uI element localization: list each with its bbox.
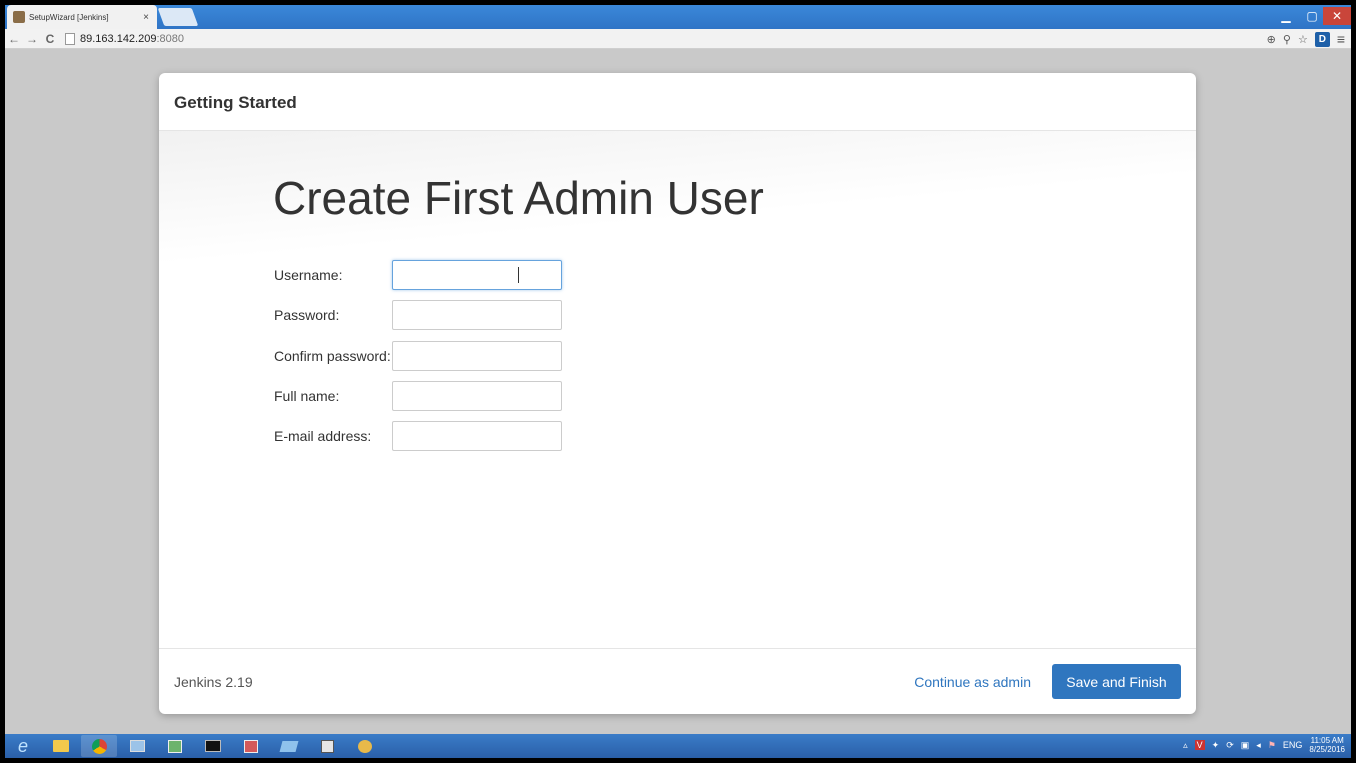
clock[interactable]: 11:05 AM 8/25/2016	[1309, 736, 1345, 754]
browser-tab[interactable]: SetupWizard [Jenkins] ×	[7, 5, 157, 29]
tray-antivirus-icon[interactable]: V	[1194, 740, 1205, 750]
version-label: Jenkins 2.19	[174, 673, 253, 690]
tray-volume-icon[interactable]: ◂	[1256, 740, 1261, 751]
jenkins-favicon-icon	[13, 11, 25, 23]
dialog-footer: Jenkins 2.19 Continue as admin Save and …	[159, 648, 1196, 714]
full-name-label: Full name:	[274, 388, 340, 404]
back-icon[interactable]: ←	[5, 32, 23, 46]
full-name-row: Full name:	[274, 381, 562, 411]
browser-toolbar: ← → C 89.163.142.209:8080 ⊕ ⚲ ☆ D ≡	[5, 29, 1351, 49]
text-caret	[518, 267, 519, 283]
toolbar-actions: ⊕ ⚲ ☆ D ≡	[1267, 31, 1345, 47]
clock-date: 8/25/2016	[1309, 745, 1345, 754]
menu-icon[interactable]: ≡	[1337, 31, 1345, 47]
dialog-header: Getting Started	[159, 73, 1196, 131]
bookmark-star-icon[interactable]: ☆	[1298, 33, 1308, 46]
windows-taskbar: e ▵ V ✦ ⟳ ▣ ◂ ⚑ ENG 11:05 AM 8/25/2016	[5, 734, 1351, 758]
maximize-button[interactable]: ▢	[1299, 7, 1325, 25]
tray-flag-icon[interactable]: ⚑	[1268, 740, 1276, 751]
username-label: Username:	[274, 267, 343, 283]
setup-wizard-dialog: Getting Started Create First Admin User …	[159, 73, 1196, 714]
page-icon	[65, 32, 75, 45]
confirm-password-row: Confirm password:	[274, 341, 562, 371]
password-row: Password:	[274, 300, 562, 330]
new-tab-button[interactable]	[157, 8, 199, 26]
system-tray: ▵ V ✦ ⟳ ▣ ◂ ⚑ ENG 11:05 AM 8/25/2016	[1183, 736, 1345, 754]
confirm-password-label: Confirm password:	[274, 348, 391, 364]
clock-time: 11:05 AM	[1310, 736, 1344, 745]
zoom-icon[interactable]: ⊕	[1267, 33, 1276, 46]
email-row: E-mail address:	[274, 421, 562, 451]
close-window-button[interactable]: ✕	[1323, 7, 1351, 25]
url-port: :8080	[156, 32, 184, 45]
internet-explorer-icon[interactable]: e	[5, 735, 41, 757]
network-icon[interactable]	[233, 735, 269, 757]
email-label: E-mail address:	[274, 428, 372, 444]
page-viewport: Getting Started Create First Admin User …	[5, 49, 1351, 734]
tab-title: SetupWizard [Jenkins]	[29, 12, 109, 22]
connection-icon[interactable]	[309, 735, 345, 757]
email-field[interactable]	[392, 421, 562, 451]
username-field[interactable]	[392, 260, 562, 290]
server-manager-icon[interactable]	[119, 735, 155, 757]
paint-icon[interactable]	[347, 735, 383, 757]
forward-icon[interactable]: →	[23, 32, 41, 46]
confirm-password-field[interactable]	[392, 341, 562, 371]
page-title: Create First Admin User	[273, 172, 764, 224]
password-field[interactable]	[392, 300, 562, 330]
reload-icon[interactable]: C	[41, 32, 59, 46]
tray-language[interactable]: ENG	[1283, 740, 1303, 750]
extension-d-icon[interactable]: D	[1314, 31, 1330, 47]
extension-pin-icon[interactable]: ⚲	[1283, 33, 1291, 46]
file-explorer-icon[interactable]	[43, 735, 79, 757]
remote-desktop-icon[interactable]	[271, 735, 307, 757]
url-host: 89.163.142.209	[80, 32, 157, 45]
screen: SetupWizard [Jenkins] × ▁ ▢ ✕ ← → C 89.1…	[0, 0, 1356, 763]
command-prompt-icon[interactable]	[195, 735, 231, 757]
dialog-body: Create First Admin User Username: Passwo…	[159, 131, 1196, 648]
tray-arrow-icon[interactable]: ▵	[1183, 740, 1188, 751]
tray-sync-icon[interactable]: ⟳	[1226, 740, 1234, 751]
tray-app-icon[interactable]: ✦	[1212, 740, 1220, 751]
address-bar[interactable]: 89.163.142.209:8080	[65, 32, 184, 45]
username-row: Username:	[274, 260, 562, 290]
browser-titlebar: SetupWizard [Jenkins] × ▁ ▢ ✕	[5, 5, 1351, 29]
password-label: Password:	[274, 307, 340, 323]
tray-network-icon[interactable]: ▣	[1241, 740, 1250, 751]
tab-close-icon[interactable]: ×	[143, 12, 149, 23]
minimize-button[interactable]: ▁	[1273, 7, 1299, 25]
continue-as-admin-link[interactable]: Continue as admin	[914, 674, 1031, 690]
image-tool-icon[interactable]	[157, 735, 193, 757]
save-and-finish-button[interactable]: Save and Finish	[1052, 664, 1181, 699]
full-name-field[interactable]	[392, 381, 562, 411]
chrome-icon[interactable]	[81, 735, 117, 757]
